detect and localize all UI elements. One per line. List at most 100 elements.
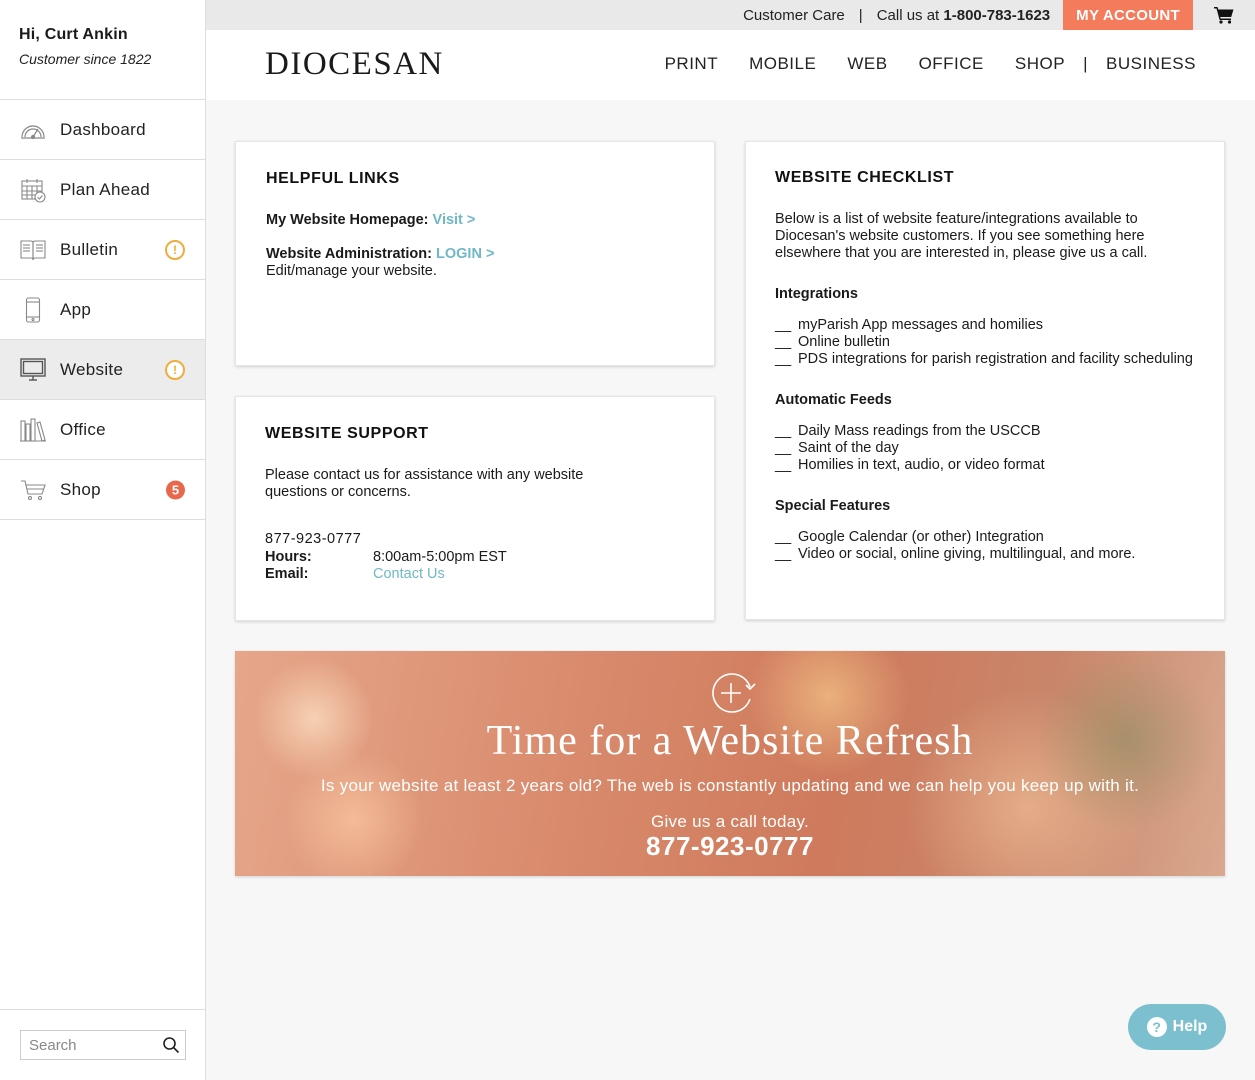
- search-icon[interactable]: [157, 1031, 185, 1059]
- checklist-item-text: Saint of the day: [798, 440, 899, 456]
- checklist-item: __ Video or social, online giving, multil…: [775, 546, 1195, 563]
- user-greeting: Hi, Curt Ankin: [19, 26, 128, 43]
- call-number[interactable]: 1-800-783-1623: [943, 7, 1050, 24]
- warning-badge: !: [165, 239, 185, 260]
- hours-label: Hours:: [265, 549, 312, 565]
- checklist-item-text: PDS integrations for parish registration…: [798, 351, 1193, 367]
- website-checklist-card: WEBSITE CHECKLIST Below is a list of web…: [745, 141, 1225, 620]
- checklist-item-text: Online bulletin: [798, 334, 890, 350]
- hours-value: 8:00am-5:00pm EST: [373, 549, 507, 565]
- contact-us-link[interactable]: Contact Us: [373, 566, 445, 583]
- checklist-section-heading: Automatic Feeds: [775, 392, 892, 408]
- nav-web[interactable]: WEB: [847, 54, 887, 74]
- checklist-blank: __: [775, 440, 792, 456]
- calendar-icon: [20, 177, 46, 203]
- sidebar-item-shop[interactable]: Shop 5: [0, 460, 205, 520]
- website-support-title: WEBSITE SUPPORT: [265, 425, 429, 442]
- checklist-item-text: Daily Mass readings from the USCCB: [798, 423, 1041, 439]
- sidebar-item-website[interactable]: Website !: [0, 340, 205, 400]
- utility-bar: Customer Care | Call us at 1-800-783-162…: [206, 0, 1255, 30]
- checklist-item: __ Homilies in text, audio, or video form…: [775, 457, 1195, 474]
- checklist-item-text: myParish App messages and homilies: [798, 317, 1044, 333]
- sidebar-item-app[interactable]: App: [0, 280, 205, 340]
- visit-link[interactable]: Visit >: [433, 212, 476, 228]
- checklist-blank: __: [775, 423, 792, 439]
- checklist-item: __ Daily Mass readings from the USCCB: [775, 423, 1195, 440]
- sidebar-item-dashboard[interactable]: Dashboard: [0, 100, 205, 160]
- checklist-blank: __: [775, 351, 792, 367]
- sidebar-search-area: [0, 1009, 205, 1080]
- helpful-links-card: HELPFUL LINKS My Website Homepage: Visit…: [235, 141, 715, 366]
- checklist-blank: __: [775, 317, 792, 333]
- admin-label: Website Administration:: [266, 246, 432, 262]
- checklist-item: __ myParish App messages and homilies: [775, 317, 1195, 334]
- hours-row: Hours: 8:00am-5:00pm EST: [265, 549, 685, 566]
- warning-badge: !: [165, 359, 185, 380]
- nav-office[interactable]: OFFICE: [919, 54, 984, 74]
- checklist-intro: Below is a list of website feature/integ…: [775, 211, 1148, 261]
- checklist-item-text: Video or social, online giving, multilin…: [798, 546, 1136, 562]
- my-account-button[interactable]: MY ACCOUNT: [1063, 0, 1193, 30]
- sidebar-item-label: Website: [60, 359, 124, 379]
- checklist-section-heading: Special Features: [775, 498, 891, 514]
- help-label: Help: [1172, 1018, 1208, 1035]
- nav-separator: |: [1083, 54, 1089, 73]
- plus-refresh-icon: [710, 671, 756, 715]
- sidebar-item-label: Bulletin: [60, 239, 119, 259]
- nav-business[interactable]: BUSINESS: [1106, 54, 1196, 74]
- call-us-text: Call us at 1-800-783-1623: [877, 7, 1050, 24]
- help-button[interactable]: ? Help: [1128, 1004, 1226, 1050]
- sidebar-item-bulletin[interactable]: Bulletin !: [0, 220, 205, 280]
- checklist-item-text: Homilies in text, audio, or video format: [798, 457, 1045, 473]
- books-icon: [20, 417, 46, 443]
- dashboard-gauge-icon: [20, 117, 46, 143]
- phone-icon: [20, 296, 46, 323]
- checklist-item: __ Online bulletin: [775, 334, 1195, 351]
- cart-icon[interactable]: [1193, 0, 1255, 30]
- diocesan-logo[interactable]: DIOCESAN: [265, 46, 444, 83]
- homepage-row: My Website Homepage: Visit >: [266, 212, 684, 229]
- call-prefix: Call us at: [876, 6, 944, 24]
- search-box: [20, 1030, 186, 1060]
- checklist-item-text: Google Calendar (or other) Integration: [798, 529, 1044, 545]
- sidebar-item-label: Office: [60, 419, 106, 439]
- sidebar: Hi, Curt Ankin Customer since 1822 Dashb…: [0, 0, 206, 1080]
- sidebar-item-plan-ahead[interactable]: Plan Ahead: [0, 160, 205, 220]
- banner-title: Time for a Website Refresh: [486, 718, 974, 764]
- nav-shop[interactable]: SHOP: [1015, 54, 1065, 74]
- sidebar-item-label: Dashboard: [60, 119, 146, 139]
- banner-subtitle: Is your website at least 2 years old? Th…: [320, 776, 1140, 795]
- support-description: Please contact us for assistance with an…: [265, 467, 584, 500]
- checklist-section-heading: Integrations: [775, 286, 858, 302]
- sidebar-item-label: App: [60, 299, 92, 319]
- topbar-separator: |: [858, 6, 863, 24]
- checklist-blank: __: [775, 334, 792, 350]
- nav-mobile[interactable]: MOBILE: [749, 54, 816, 74]
- support-phone[interactable]: 877-923-0777: [265, 531, 685, 548]
- search-input[interactable]: [21, 1031, 157, 1059]
- checklist-blank: __: [775, 457, 792, 473]
- banner-content: Time for a Website Refresh Is your websi…: [235, 651, 1225, 876]
- monitor-icon: [20, 357, 46, 383]
- website-refresh-banner[interactable]: Time for a Website Refresh Is your websi…: [235, 651, 1225, 876]
- banner-call-text: Give us a call today.: [650, 812, 810, 831]
- helpful-links-title: HELPFUL LINKS: [266, 170, 400, 187]
- sidebar-item-label: Shop: [60, 479, 101, 499]
- user-block: Hi, Curt Ankin Customer since 1822: [0, 0, 205, 100]
- sidebar-item-office[interactable]: Office: [0, 400, 205, 460]
- checklist-blank: __: [775, 529, 792, 545]
- checklist-item: __ Saint of the day: [775, 440, 1195, 457]
- homepage-label: My Website Homepage:: [266, 212, 429, 228]
- site-header: DIOCESAN PRINT MOBILE WEB OFFICE SHOP | …: [206, 30, 1255, 100]
- banner-phone[interactable]: 877-923-0777: [235, 831, 1225, 862]
- checklist-item: __ PDS integrations for parish registrati…: [775, 351, 1195, 368]
- login-link[interactable]: LOGIN >: [436, 246, 494, 262]
- website-checklist-title: WEBSITE CHECKLIST: [775, 169, 955, 186]
- website-support-card: WEBSITE SUPPORT Please contact us for as…: [235, 396, 715, 621]
- customer-since: Customer since 1822: [19, 51, 152, 67]
- main-nav: PRINT MOBILE WEB OFFICE SHOP | BUSINESS: [634, 54, 1196, 74]
- cart-count-badge: 5: [166, 480, 185, 499]
- nav-print[interactable]: PRINT: [665, 54, 719, 74]
- book-icon: [20, 237, 46, 263]
- customer-care-link[interactable]: Customer Care: [743, 7, 845, 24]
